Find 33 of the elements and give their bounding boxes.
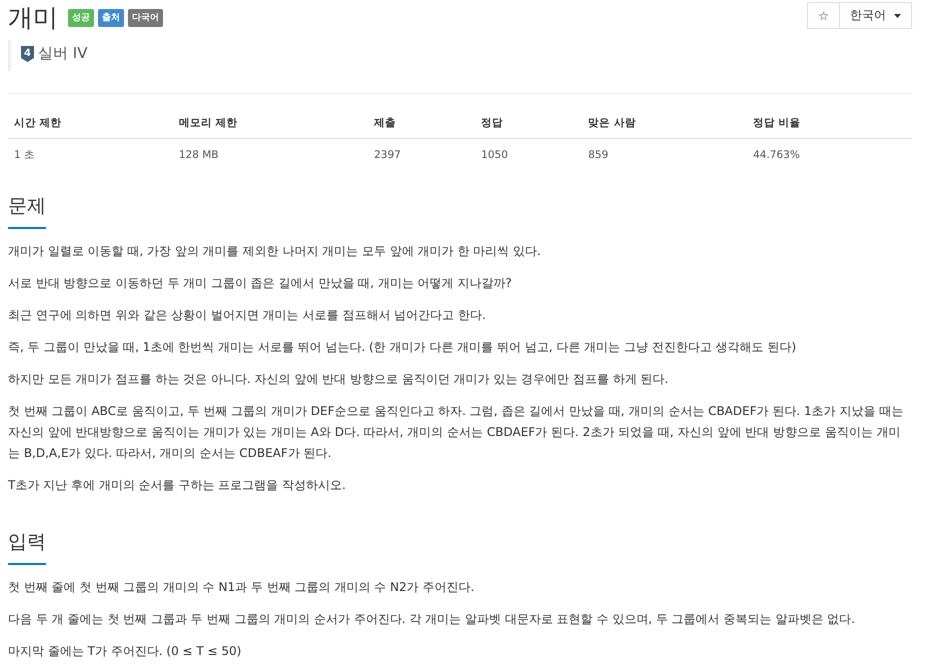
column-header: 메모리 제한 bbox=[172, 108, 368, 138]
section-heading: 입력 bbox=[8, 529, 46, 565]
paragraph: 첫 번째 그룹이 ABC로 움직이고, 두 번째 그룹의 개미가 DEF순으로 움직인다고 하자. 그럼, 좁은 길에서 만났을 때, 개미의 순서는 CBADEF가 된다. 1초가 지났을 때는 자신의 앞에 반대방향으로 움직이는 개미가 있는 개미는 A와 D다. 따라서, 개미의 순서는 CBDAEF가 된다. 2초가 되었을 때, 자신의 앞에 반대 방향으로 움직이는 개미는 B,D,A,E가 있다. 따라서, 개미의 순서는 CDBEAF가 된다. bbox=[8, 403, 904, 462]
problem-title: 개미 bbox=[8, 2, 58, 34]
table-cell: 2397 bbox=[368, 138, 476, 171]
column-header: 맞은 사람 bbox=[582, 108, 748, 138]
problem-label[interactable]: 성공 bbox=[68, 9, 94, 27]
problem-label[interactable]: 다국어 bbox=[128, 9, 163, 27]
tier-badge-icon: 4 bbox=[21, 46, 34, 62]
column-header: 정답 bbox=[475, 108, 582, 138]
table-cell: 1 초 bbox=[8, 138, 173, 171]
paragraph: 다음 두 개 줄에는 첫 번째 그룹과 두 번째 그룹의 개미의 순서가 주어진다. 각 개미는 알파벳 대문자로 표현할 수 있으며, 두 그룹에서 중복되는 알파벳은 없다. bbox=[8, 611, 856, 628]
paragraph: 하지만 모든 개미가 점프를 하는 것은 아니다. 자신의 앞에 반대 방향으로 움직이던 개미가 있는 경우에만 점프를 하게 된다. bbox=[8, 371, 670, 388]
table-cell: 859 bbox=[582, 138, 748, 171]
paragraph: 최근 연구에 의하면 위와 같은 상황이 벌어지면 개미는 서로를 점프해서 넘어간다고 한다. bbox=[8, 307, 487, 324]
paragraph: 서로 반대 방향으로 이동하던 두 개미 그룹이 좁은 길에서 만났을 때, 개미는 어떻게 지나갈까? bbox=[8, 275, 513, 292]
paragraph: 즉, 두 그룹이 만났을 때, 1초에 한번씩 개미는 서로를 뛰어 넘는다. (한 개미가 다른 개미를 뛰어 넘고, 다른 개미는 그냥 전진한다고 생각해도 된다) bbox=[8, 339, 798, 356]
tier-name: 실버 IV bbox=[38, 44, 88, 63]
paragraph: 마지막 줄에는 T가 주어진다. (0 ≤ T ≤ 50) bbox=[8, 643, 242, 660]
paragraph: 개미가 일렬로 이동할 때, 가장 앞의 개미를 제외한 나머지 개미는 모두 앞에 개미가 한 마리씩 있다. bbox=[8, 243, 542, 260]
caret-icon bbox=[894, 14, 901, 18]
paragraph: 첫 번째 줄에 첫 번째 그룹의 개미의 수 N1과 두 번째 그룹의 개미의 수 N2가 주어진다. bbox=[8, 579, 476, 596]
section-heading: 문제 bbox=[8, 193, 46, 229]
table-cell: 1050 bbox=[475, 138, 582, 171]
column-header: 정답 비율 bbox=[747, 108, 912, 138]
table-cell: 44.763% bbox=[747, 138, 912, 171]
table-cell: 128 MB bbox=[172, 138, 368, 171]
star-button[interactable]: ☆ bbox=[807, 2, 840, 29]
language-dropdown[interactable]: 한국어 bbox=[840, 2, 912, 29]
paragraph: T초가 지난 후에 개미의 순서를 구하는 프로그램을 작성하시오. bbox=[8, 477, 347, 494]
problem-label[interactable]: 출처 bbox=[98, 9, 124, 27]
column-header: 시간 제한 bbox=[8, 108, 173, 138]
column-header: 제출 bbox=[368, 108, 476, 138]
